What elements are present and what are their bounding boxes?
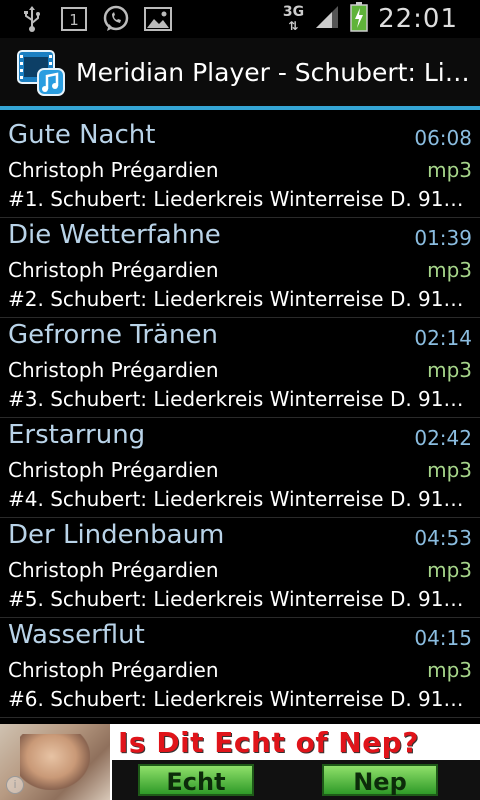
signal-icon [314,4,340,34]
app-title-bar: Meridian Player - Schubert: Liederkreis … [0,38,480,106]
title-spacer [0,110,480,118]
track-album: #3. Schubert: Liederkreis Winterreise D.… [8,387,474,411]
track-title: Die Wetterfahne [8,220,221,250]
track-duration: 01:39 [414,226,472,250]
track-artist: Christoph Prégardien [8,458,219,482]
track-format: mp3 [427,458,472,482]
svg-text:1: 1 [69,11,79,29]
track-artist: Christoph Prégardien [8,158,219,182]
track-artist: Christoph Prégardien [8,558,219,582]
track-row[interactable]: Erstarrung 02:42 Christoph Prégardien mp… [0,418,480,518]
track-artist: Christoph Prégardien [8,258,219,282]
whatsapp-icon [102,5,130,32]
track-format: mp3 [427,658,472,682]
gallery-icon [144,6,172,32]
track-format: mp3 [427,258,472,282]
usb-icon [18,6,46,32]
page-title: Meridian Player - Schubert: Liederkreis … [76,57,472,87]
track-format: mp3 [427,158,472,182]
network-type: 3G ⇅ [282,4,305,33]
track-row[interactable]: Wasserflut 04:15 Christoph Prégardien mp… [0,618,480,718]
ad-info-icon[interactable]: i [6,776,24,794]
notification-1-icon: 1 [60,6,88,32]
track-list[interactable]: Gute Nacht 06:08 Christoph Prégardien mp… [0,118,480,724]
track-row[interactable]: Der Lindenbaum 04:53 Christoph Prégardie… [0,518,480,618]
track-album: #5. Schubert: Liederkreis Winterreise D.… [8,587,474,611]
track-format: mp3 [427,558,472,582]
track-album: #1. Schubert: Liederkreis Winterreise D.… [8,187,474,211]
track-row[interactable]: Die Wetterfahne 01:39 Christoph Prégardi… [0,218,480,318]
track-format: mp3 [427,358,472,382]
status-bar: 1 3G ⇅ 22:01 [0,0,480,38]
battery-charging-icon [350,2,368,36]
track-duration: 04:15 [414,626,472,650]
ad-echt-button[interactable]: Echt [138,764,254,796]
track-artist: Christoph Prégardien [8,358,219,382]
track-duration: 02:14 [414,326,472,350]
track-album: #4. Schubert: Liederkreis Winterreise D.… [8,487,474,511]
clock: 22:01 [378,4,458,34]
app-logo-icon[interactable] [16,47,66,97]
ad-banner[interactable]: i Is Dit Echt of Nep? Echt Nep [0,724,480,800]
track-title: Gute Nacht [8,120,156,150]
ad-headline[interactable]: Is Dit Echt of Nep? [118,726,480,759]
track-row[interactable]: Gefrorne Tränen 02:14 Christoph Prégardi… [0,318,480,418]
track-album: #6. Schubert: Liederkreis Winterreise D.… [8,687,474,711]
track-title: Der Lindenbaum [8,520,225,550]
track-title: Erstarrung [8,420,146,450]
track-row[interactable]: Gute Nacht 06:08 Christoph Prégardien mp… [0,118,480,218]
track-duration: 04:53 [414,526,472,550]
track-album: #2. Schubert: Liederkreis Winterreise D.… [8,287,474,311]
track-duration: 02:42 [414,426,472,450]
ad-figure [20,734,90,790]
track-artist: Christoph Prégardien [8,658,219,682]
track-title: Gefrorne Tränen [8,320,218,350]
track-duration: 06:08 [414,126,472,150]
ad-image[interactable]: i [0,724,110,800]
ad-nep-button[interactable]: Nep [322,764,438,796]
track-title: Wasserflut [8,620,145,650]
